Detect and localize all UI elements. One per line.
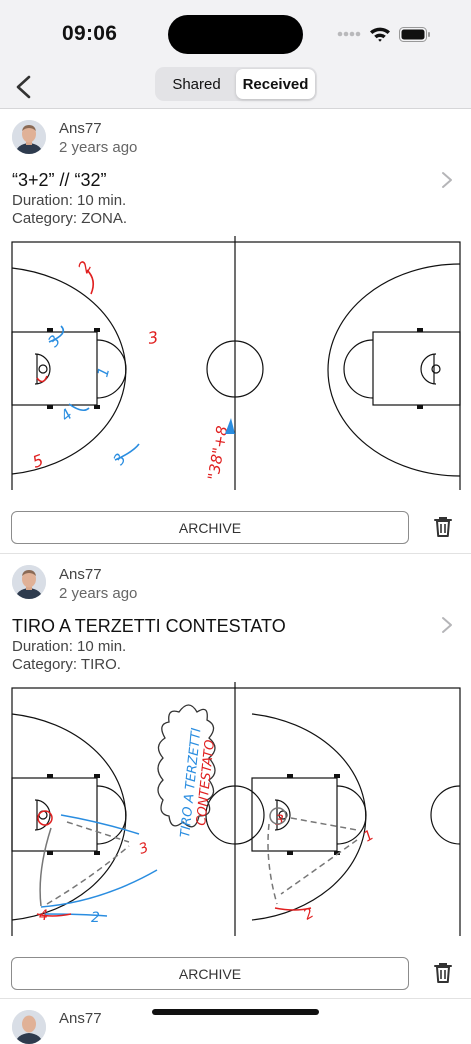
annotation-label: 2 bbox=[91, 910, 100, 926]
drill-title[interactable]: TIRO A TERZETTI CONTESTATO bbox=[12, 616, 286, 637]
username: Ans77 bbox=[59, 566, 102, 583]
drill-category: Category: TIRO. bbox=[12, 656, 121, 673]
defender-marker-icon bbox=[225, 418, 235, 434]
username: Ans77 bbox=[59, 1010, 102, 1027]
home-indicator bbox=[152, 1009, 319, 1015]
annotation-label: 3 bbox=[110, 450, 130, 468]
drill-title[interactable]: “3+2” // “32” bbox=[12, 170, 107, 191]
chevron-right-icon[interactable] bbox=[440, 615, 454, 635]
segmented-control: Shared Received bbox=[155, 67, 317, 101]
tab-shared[interactable]: Shared bbox=[157, 69, 236, 99]
status-bar: 09:06 bbox=[0, 0, 471, 66]
trash-icon[interactable] bbox=[433, 516, 453, 538]
annotation-label: 3 bbox=[137, 840, 151, 858]
drill-duration: Duration: 10 min. bbox=[12, 638, 127, 655]
annotation-label: 3 bbox=[275, 813, 284, 829]
user-avatar-icon bbox=[12, 565, 46, 599]
avatar bbox=[12, 1010, 46, 1044]
court-diagram[interactable]: 2 3 5 "38"+8 3 1 4 3 bbox=[11, 236, 461, 490]
back-chevron-icon[interactable] bbox=[10, 72, 38, 102]
drill-duration: Duration: 10 min. bbox=[12, 192, 127, 209]
tab-received[interactable]: Received bbox=[236, 69, 315, 99]
dynamic-island bbox=[168, 15, 303, 54]
annotation-label: 4 bbox=[57, 405, 76, 425]
user-avatar-icon bbox=[12, 120, 46, 154]
battery-icon bbox=[399, 26, 430, 42]
avatar bbox=[12, 120, 46, 154]
annotation-label: 3 bbox=[146, 327, 159, 347]
avatar bbox=[12, 565, 46, 599]
archive-button[interactable]: ARCHIVE bbox=[11, 957, 409, 990]
chevron-right-icon[interactable] bbox=[440, 170, 454, 190]
user-avatar-icon bbox=[12, 1010, 46, 1044]
court-diagram[interactable]: TIRO A TERZETTI CONTESTATO 3 4 2 3 1 2 bbox=[11, 682, 461, 936]
navigation-bar: Shared Received bbox=[0, 66, 471, 109]
annotation-label: 2 bbox=[74, 258, 96, 276]
archive-button[interactable]: ARCHIVE bbox=[11, 511, 409, 544]
annotation-label: 1 bbox=[361, 827, 377, 845]
trash-icon[interactable] bbox=[433, 962, 453, 984]
annotation-label: 5 bbox=[30, 450, 46, 471]
divider bbox=[0, 553, 471, 554]
post-time: 2 years ago bbox=[59, 585, 138, 602]
post-time: 2 years ago bbox=[59, 139, 138, 156]
divider bbox=[0, 998, 471, 999]
clock: 09:06 bbox=[62, 22, 118, 45]
drill-category: Category: ZONA. bbox=[12, 210, 128, 227]
username: Ans77 bbox=[59, 120, 102, 137]
signal-icon bbox=[337, 31, 361, 37]
wifi-icon bbox=[370, 27, 390, 42]
